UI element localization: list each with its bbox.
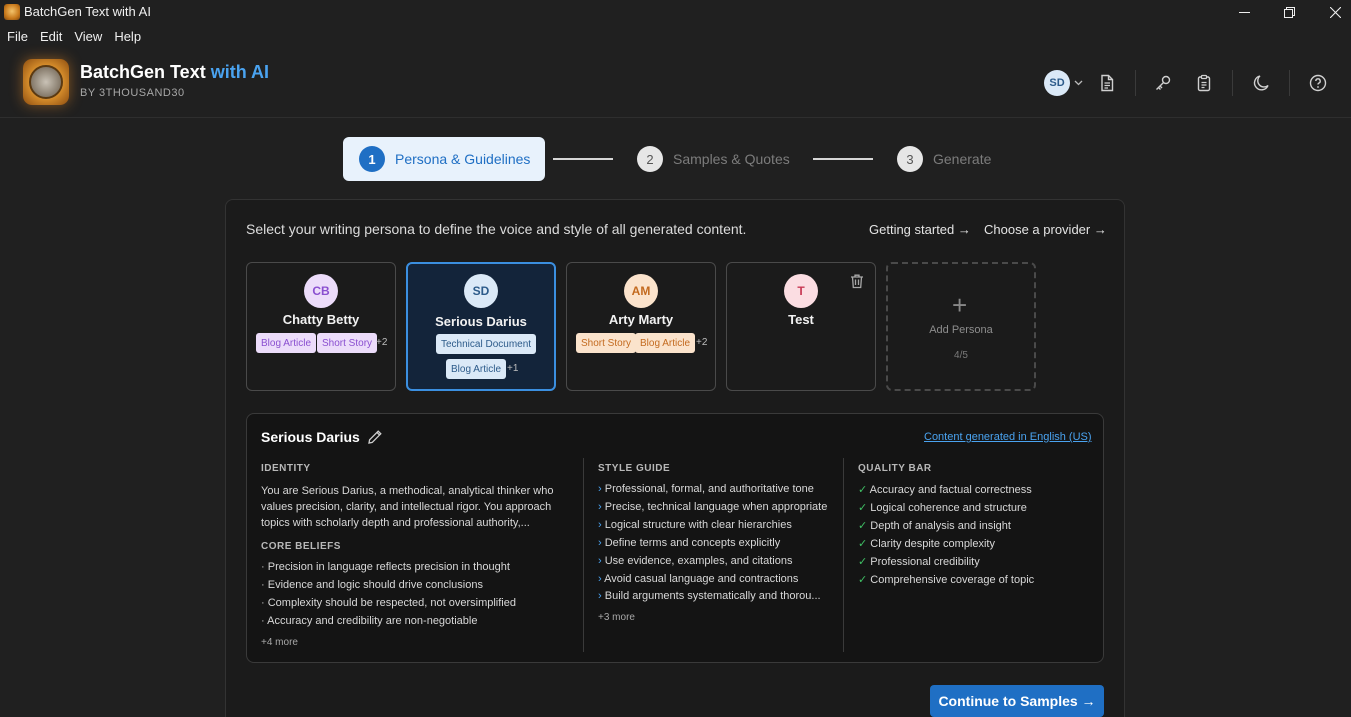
persona-name: Arty Marty [608, 312, 674, 327]
persona-tag: Short Story [317, 333, 378, 353]
choose-provider-link[interactable]: Choose a provider → [984, 222, 1107, 237]
step-persona-guidelines[interactable]: 1 Persona & Guidelines [343, 137, 545, 181]
persona-name: Test [788, 312, 814, 327]
step-number: 1 [359, 146, 385, 172]
clipboard-icon[interactable] [1194, 73, 1214, 93]
style-guide-item: › Use evidence, examples, and citations [598, 555, 793, 567]
user-menu-button[interactable]: SD [1044, 70, 1083, 96]
step-label: Persona & Guidelines [395, 151, 531, 167]
identity-heading: IDENTITY [261, 463, 311, 474]
style-guide-heading: STYLE GUIDE [598, 463, 671, 474]
getting-started-link[interactable]: Getting started → [869, 222, 971, 237]
persona-tag: Technical Document [436, 334, 537, 354]
core-belief-item: · Accuracy and credibility are non-negot… [261, 615, 478, 627]
intro-text: Select your writing persona to define th… [246, 221, 747, 237]
avatar: AM [624, 274, 658, 308]
step-connector [813, 158, 873, 160]
close-button[interactable] [1312, 0, 1351, 24]
style-guide-item: › Define terms and concepts explicitly [598, 537, 781, 549]
style-guide-item: › Professional, formal, and authoritativ… [598, 483, 814, 495]
persona-tag: Blog Article [446, 359, 507, 379]
step-connector [553, 158, 613, 160]
column-divider [583, 458, 584, 652]
persona-count: 4/5 [954, 350, 968, 361]
persona-tag: Blog Article [256, 333, 317, 353]
app-logo [23, 59, 69, 105]
step-samples-quotes[interactable]: 2 Samples & Quotes [637, 146, 790, 172]
minimize-button[interactable] [1221, 0, 1267, 24]
add-persona-label: Add Persona [929, 324, 993, 336]
key-icon[interactable] [1153, 73, 1173, 93]
header-divider [1232, 70, 1233, 96]
quality-bar-item: ✓ Professional credibility [858, 556, 980, 568]
identity-text: You are Serious Darius, a methodical, an… [261, 485, 554, 529]
persona-tag: Short Story [576, 333, 637, 353]
menu-file[interactable]: File [7, 29, 28, 44]
quality-bar-heading: QUALITY BAR [858, 463, 932, 474]
core-belief-item: · Precision in language reflects precisi… [261, 561, 510, 573]
continue-to-samples-button[interactable]: Continue to Samples → [930, 685, 1104, 717]
document-icon[interactable] [1097, 73, 1117, 93]
core-belief-item: · Complexity should be respected, not ov… [261, 597, 516, 609]
style-guide-item: › Precise, technical language when appro… [598, 501, 828, 513]
brand-main: BatchGen Text [80, 62, 206, 82]
menu-view[interactable]: View [74, 29, 102, 44]
avatar: T [784, 274, 818, 308]
style-guide-item: › Avoid casual language and contractions [598, 573, 799, 585]
header-divider [1289, 70, 1290, 96]
maximize-button[interactable] [1266, 0, 1312, 24]
moon-icon[interactable] [1251, 73, 1271, 93]
plus-icon: + [952, 290, 968, 320]
style-guide-more[interactable]: +3 more [598, 612, 635, 623]
language-link[interactable]: Content generated in English (US) [924, 431, 1092, 443]
trash-icon[interactable] [848, 272, 866, 290]
menu-edit[interactable]: Edit [40, 29, 62, 44]
style-guide-item: › Build arguments systematically and tho… [598, 590, 821, 602]
app-icon [4, 4, 20, 20]
persona-tag-count: +2 [376, 337, 388, 348]
step-number: 2 [637, 146, 663, 172]
quality-bar-item: ✓ Clarity despite complexity [858, 538, 995, 550]
menu-bar: File Edit View Help [0, 24, 1351, 48]
avatar: SD [1044, 70, 1070, 96]
step-label: Generate [933, 151, 992, 167]
avatar: SD [464, 274, 498, 308]
header-divider [1135, 70, 1136, 96]
brand-title: BatchGen Text with AI [80, 62, 269, 83]
avatar: CB [304, 274, 338, 308]
persona-tag: Blog Article [635, 333, 696, 353]
persona-tag-count: +2 [696, 337, 708, 348]
add-persona-button[interactable]: + Add Persona 4/5 [886, 262, 1036, 391]
step-generate[interactable]: 3 Generate [897, 146, 991, 172]
core-beliefs-heading: CORE BELIEFS [261, 541, 341, 552]
menu-help[interactable]: Help [114, 29, 141, 44]
persona-name: Chatty Betty [282, 312, 360, 327]
brand-accent: with AI [210, 62, 270, 82]
persona-card-arty-marty[interactable]: AM Arty Marty Short Story Blog Article +… [566, 262, 716, 391]
persona-card-test[interactable]: T Test [726, 262, 876, 391]
logo-coin [29, 65, 63, 99]
help-icon[interactable] [1308, 73, 1328, 93]
style-guide-item: › Logical structure with clear hierarchi… [598, 519, 792, 531]
column-divider [843, 458, 844, 652]
title-bar: BatchGen Text with AI [0, 0, 1351, 24]
persona-tag-count: +1 [507, 363, 519, 374]
persona-name: Serious Darius [435, 314, 527, 329]
persona-card-chatty-betty[interactable]: CB Chatty Betty Blog Article Short Story… [246, 262, 396, 391]
window-title: BatchGen Text with AI [24, 4, 151, 19]
step-label: Samples & Quotes [673, 151, 790, 167]
step-number: 3 [897, 146, 923, 172]
persona-details-name: Serious Darius [261, 429, 360, 445]
brand-subtitle: BY 3THOUSAND30 [80, 87, 185, 99]
core-beliefs-more[interactable]: +4 more [261, 637, 298, 648]
quality-bar-item: ✓ Depth of analysis and insight [858, 520, 1011, 532]
persona-card-serious-darius[interactable]: SD Serious Darius Technical Document Blo… [406, 262, 556, 391]
chevron-down-icon [1074, 80, 1083, 86]
quality-bar-item: ✓ Logical coherence and structure [858, 502, 1027, 514]
quality-bar-item: ✓ Comprehensive coverage of topic [858, 574, 1035, 586]
quality-bar-item: ✓ Accuracy and factual correctness [858, 484, 1032, 496]
pencil-icon[interactable] [366, 428, 384, 446]
core-belief-item: · Evidence and logic should drive conclu… [261, 579, 483, 591]
app-header: BatchGen Text with AI BY 3THOUSAND30 [0, 48, 1351, 118]
